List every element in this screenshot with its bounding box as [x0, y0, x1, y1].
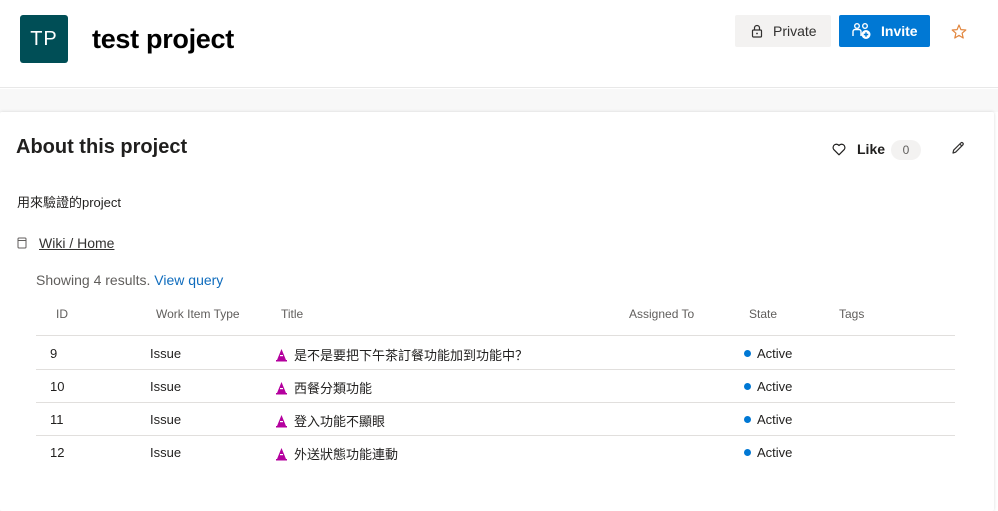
active-state-dot	[744, 416, 751, 423]
issue-icon	[276, 447, 287, 460]
project-header: TP test project Private Invite	[0, 0, 998, 88]
invite-label: Invite	[881, 23, 918, 39]
section-spacer	[0, 89, 998, 112]
query-results-summary: Showing 4 results. View query	[36, 272, 223, 288]
row-type: Issue	[150, 379, 182, 394]
wiki-home-link[interactable]: Wiki / Home	[39, 235, 114, 251]
row-state: Active	[744, 445, 792, 460]
view-query-link[interactable]: View query	[154, 272, 223, 288]
row-title-text[interactable]: 是不是要把下午茶訂餐功能加到功能中？	[294, 345, 528, 364]
private-label: Private	[773, 23, 817, 39]
row-title-text[interactable]: 外送狀態功能連動	[294, 444, 398, 463]
column-header-id[interactable]: ID	[56, 307, 68, 321]
row-divider	[36, 369, 955, 370]
row-id: 10	[50, 379, 65, 394]
row-id: 9	[50, 346, 58, 361]
column-header-tags[interactable]: Tags	[839, 307, 864, 321]
add-people-icon	[852, 23, 871, 39]
row-state-text: Active	[757, 445, 793, 460]
row-state-text: Active	[757, 379, 793, 394]
about-title: About this project	[16, 136, 188, 158]
row-title[interactable]: 登入功能不顯眼	[275, 411, 385, 430]
row-title-text[interactable]: 西餐分類功能	[294, 378, 372, 397]
row-title[interactable]: 是不是要把下午茶訂餐功能加到功能中？	[275, 345, 528, 364]
issue-icon	[276, 414, 287, 427]
issue-icon	[276, 381, 287, 394]
column-header-work-item-type[interactable]: Work Item Type	[156, 307, 240, 321]
favorite-star-icon[interactable]	[950, 23, 968, 41]
row-divider	[36, 435, 955, 436]
wiki-link-row[interactable]: Wiki / Home	[17, 235, 114, 251]
project-title: test project	[92, 24, 234, 54]
row-title[interactable]: 外送狀態功能連動	[275, 444, 398, 463]
row-id: 12	[50, 445, 65, 460]
like-count-badge: 0	[891, 140, 921, 160]
row-state: Active	[744, 412, 792, 427]
about-card: About this project Like 0 用來驗證的project W…	[0, 112, 994, 511]
row-title-text[interactable]: 登入功能不顯眼	[294, 411, 385, 430]
heart-icon	[832, 143, 846, 155]
project-description: 用來驗證的project	[17, 195, 122, 210]
active-state-dot	[744, 449, 751, 456]
invite-button[interactable]: Invite	[839, 15, 930, 47]
edit-pencil-icon[interactable]	[951, 141, 965, 155]
row-type: Issue	[150, 445, 182, 460]
lock-icon	[751, 24, 763, 38]
row-state: Active	[744, 346, 792, 361]
row-type: Issue	[150, 412, 182, 427]
table-divider	[36, 335, 955, 336]
row-state-text: Active	[757, 346, 793, 361]
showing-results-text: Showing 4 results.	[36, 272, 151, 288]
row-title[interactable]: 西餐分類功能	[275, 378, 372, 397]
issue-icon	[276, 348, 287, 361]
row-state: Active	[744, 379, 792, 394]
column-header-assigned-to[interactable]: Assigned To	[629, 307, 694, 321]
active-state-dot	[744, 350, 751, 357]
active-state-dot	[744, 383, 751, 390]
like-label: Like	[857, 141, 886, 157]
row-state-text: Active	[757, 412, 793, 427]
column-header-state[interactable]: State	[749, 307, 777, 321]
private-button[interactable]: Private	[735, 15, 831, 47]
row-type: Issue	[150, 346, 182, 361]
row-id: 11	[50, 412, 64, 427]
column-header-title[interactable]: Title	[281, 307, 303, 321]
like-button[interactable]: Like	[832, 141, 885, 157]
project-avatar: TP	[20, 15, 68, 63]
wiki-page-icon	[17, 237, 27, 249]
row-divider	[36, 402, 955, 403]
